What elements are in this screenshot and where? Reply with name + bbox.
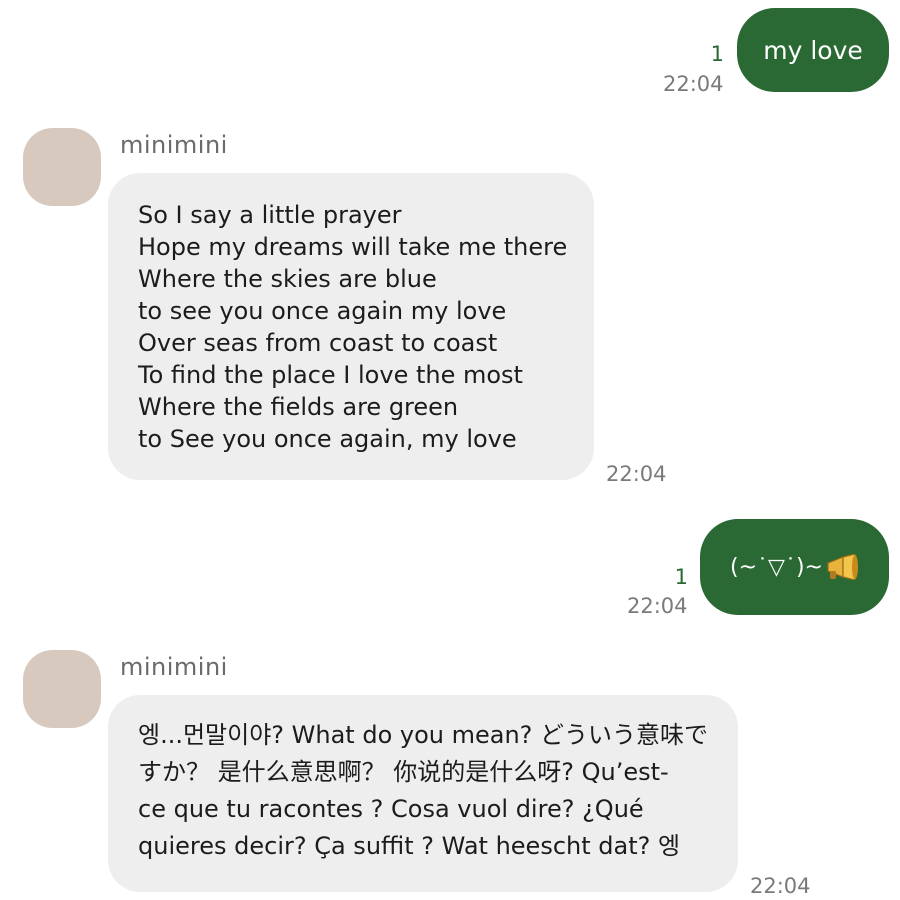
message-line: Where the fields are green xyxy=(138,393,459,421)
incoming-message-bubble[interactable]: 엥...먼말이야? What do you mean? どういう意味で すか？ … xyxy=(108,695,738,892)
outgoing-message-bubble[interactable]: (~˙▽˙)~ xyxy=(700,519,889,615)
message-line: So I say a little prayer xyxy=(138,201,402,229)
incoming-message-bubble[interactable]: So I say a little prayer Hope my dreams … xyxy=(108,173,594,480)
message-line: to See you once again, my love xyxy=(138,425,517,453)
chat-view: 1 22:04 my love minimini So I say a litt… xyxy=(0,0,900,900)
message-line: ce que tu racontes ? Cosa vuol dire? ¿Qu… xyxy=(138,795,644,823)
message-time: 22:04 xyxy=(750,874,811,898)
message-line: 엥...먼말이야? What do you mean? どういう意味で xyxy=(138,721,709,749)
avatar[interactable] xyxy=(23,650,101,728)
sender-name: minimini xyxy=(120,653,228,681)
message-time: 22:04 xyxy=(606,462,667,486)
outgoing-message-bubble[interactable]: my love xyxy=(737,8,889,92)
message-line: quieres decir? Ça suffit ? Wat heescht d… xyxy=(138,832,681,860)
message-line: Over seas from coast to coast xyxy=(138,329,498,357)
message-line: Where the skies are blue xyxy=(138,265,437,293)
read-count: 1 xyxy=(674,565,688,589)
read-count: 1 xyxy=(710,42,724,66)
message-line: To find the place I love the most xyxy=(138,361,523,389)
sender-name: minimini xyxy=(120,131,228,159)
message-text: my love xyxy=(763,35,863,65)
message-time: 22:04 xyxy=(627,594,688,618)
message-time: 22:04 xyxy=(663,72,724,96)
message-line: Hope my dreams will take me there xyxy=(138,233,568,261)
message-line: すか？ 是什么意思啊？ 你说的是什么呀? Qu’est- xyxy=(138,758,669,786)
message-line: to see you once again my love xyxy=(138,297,507,325)
message-text: (~˙▽˙)~ xyxy=(730,554,823,580)
megaphone-icon xyxy=(825,553,859,581)
avatar[interactable] xyxy=(23,128,101,206)
